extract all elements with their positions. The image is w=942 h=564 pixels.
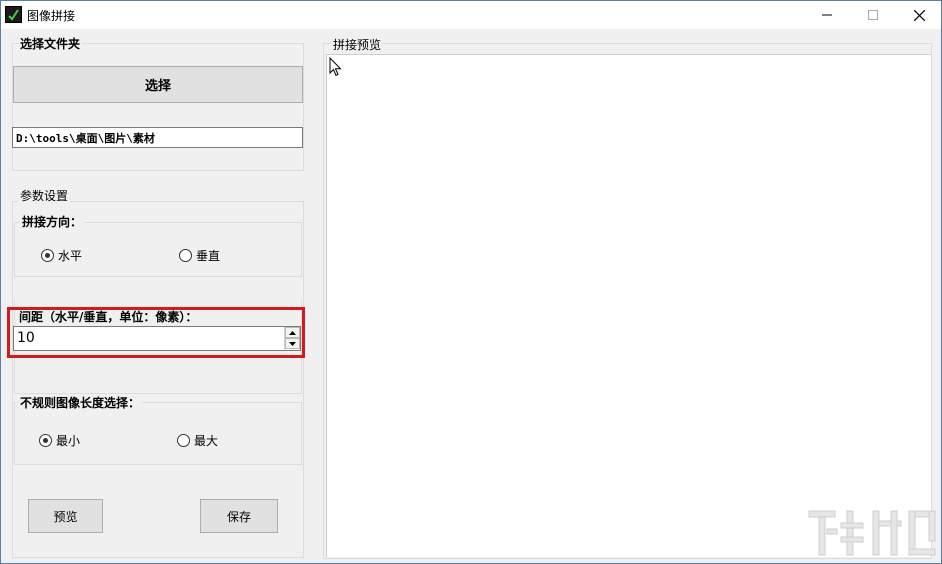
preview-button[interactable]: 预览 xyxy=(28,499,103,533)
radio-vertical-label: 垂直 xyxy=(196,249,221,263)
spacing-label: 间距（水平/垂直，单位：像素）： xyxy=(19,310,198,324)
radio-vertical[interactable]: 垂直 xyxy=(179,247,220,264)
radio-max-label: 最大 xyxy=(194,434,219,448)
select-folder-button[interactable]: 选择 xyxy=(13,66,303,103)
direction-group-title: 拼接方向： xyxy=(20,213,85,230)
maximize-icon xyxy=(868,10,878,20)
irregular-group-title: 不规则图像长度选择： xyxy=(18,394,143,411)
maximize-button[interactable] xyxy=(850,1,896,29)
minimize-icon xyxy=(822,14,832,16)
radio-horizontal[interactable]: 水平 xyxy=(41,247,82,264)
spacing-spinbox[interactable]: 10 xyxy=(13,326,301,351)
spin-up-button[interactable] xyxy=(285,327,300,338)
spin-arrows xyxy=(284,327,300,350)
radio-min[interactable]: 最小 xyxy=(39,432,80,449)
folder-group-title: 选择文件夹 xyxy=(18,35,83,52)
spin-down-button[interactable] xyxy=(285,338,300,349)
preview-canvas[interactable] xyxy=(326,54,931,557)
app-window: 图像拼接 选择文件夹 选择 D:\tools\桌面\图片\素材 参数设置 拼接方… xyxy=(0,0,942,564)
save-button[interactable]: 保存 xyxy=(200,499,278,533)
mouse-cursor-icon xyxy=(329,56,342,80)
radio-min-label: 最小 xyxy=(56,434,81,448)
minimize-button[interactable] xyxy=(804,1,850,29)
radio-max-indicator[interactable] xyxy=(177,434,190,447)
radio-max[interactable]: 最大 xyxy=(177,432,218,449)
spin-down-icon xyxy=(289,341,296,346)
close-button[interactable] xyxy=(896,1,942,29)
preview-group-title: 拼接预览 xyxy=(331,36,384,53)
folder-groupbox xyxy=(12,43,304,171)
radio-vertical-indicator[interactable] xyxy=(179,249,192,262)
window-title: 图像拼接 xyxy=(27,9,76,23)
spin-up-icon xyxy=(289,330,296,335)
radio-horizontal-label: 水平 xyxy=(58,249,83,263)
radio-horizontal-indicator[interactable] xyxy=(41,249,54,262)
title-bar: 图像拼接 xyxy=(1,1,941,29)
params-group-title: 参数设置 xyxy=(18,187,71,204)
close-icon xyxy=(913,9,925,21)
watermark-logo xyxy=(807,507,939,563)
radio-min-indicator[interactable] xyxy=(39,434,52,447)
app-icon xyxy=(5,6,22,23)
folder-path-field[interactable]: D:\tools\桌面\图片\素材 xyxy=(12,127,303,148)
spacing-value[interactable]: 10 xyxy=(17,330,35,346)
